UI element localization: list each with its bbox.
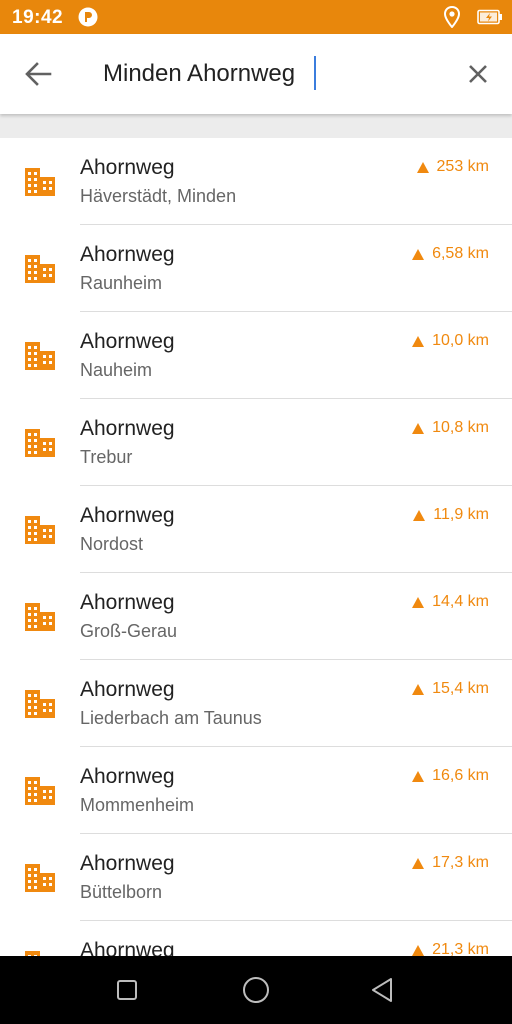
distance-value: 14,4 km (432, 593, 489, 610)
result-row[interactable]: Ahornweg Raunheim 6,58 km (0, 225, 512, 312)
building-icon (25, 516, 55, 544)
direction-arrow-icon (416, 161, 429, 173)
result-row[interactable]: Ahornweg 21,3 km (0, 921, 512, 956)
distance-value: 17,3 km (432, 854, 489, 871)
distance-value: 16,6 km (432, 767, 489, 784)
distance-value: 15,4 km (432, 680, 489, 697)
direction-arrow-icon (413, 509, 426, 521)
battery-charging-icon (477, 9, 502, 25)
result-distance: 6,58 km (412, 245, 489, 263)
home-icon[interactable] (242, 976, 270, 1004)
result-subtitle: Häverstädt, Minden (80, 186, 237, 206)
distance-value: 253 km (436, 158, 489, 175)
list-header-band (0, 114, 512, 139)
result-title: Ahornweg (80, 591, 175, 614)
status-time: 19:42 (12, 7, 64, 28)
result-subtitle: Raunheim (80, 273, 163, 293)
distance-value: 11,9 km (433, 506, 489, 523)
direction-arrow-icon (412, 422, 425, 434)
result-distance: 17,3 km (412, 854, 489, 872)
result-distance: 10,8 km (412, 419, 489, 437)
distance-value: 10,8 km (432, 419, 489, 436)
navigation-bar (0, 956, 512, 1024)
result-row[interactable]: Ahornweg Büttelborn 17,3 km (0, 834, 512, 921)
result-subtitle: Nauheim (80, 360, 153, 380)
result-title: Ahornweg (80, 330, 175, 353)
direction-arrow-icon (412, 944, 425, 956)
result-row[interactable]: Ahornweg Liederbach am Taunus 15,4 km (0, 660, 512, 747)
direction-arrow-icon (412, 683, 425, 695)
status-bar: 19:42 (0, 0, 512, 34)
direction-arrow-icon (412, 596, 425, 608)
result-row[interactable]: Ahornweg Trebur 10,8 km (0, 399, 512, 486)
text-cursor (314, 56, 316, 90)
result-distance: 14,4 km (412, 593, 489, 611)
building-icon (25, 777, 55, 805)
building-icon (25, 690, 55, 718)
result-subtitle: Liederbach am Taunus (80, 708, 262, 728)
distance-value: 10,0 km (432, 332, 489, 349)
result-subtitle: Groß-Gerau (80, 621, 178, 641)
building-icon (25, 429, 55, 457)
building-icon (25, 255, 55, 283)
result-title: Ahornweg (80, 678, 175, 701)
result-row[interactable]: Ahornweg Groß-Gerau 14,4 km (0, 573, 512, 660)
result-title: Ahornweg (80, 504, 175, 527)
building-icon (25, 603, 55, 631)
result-row[interactable]: Ahornweg Nordost 11,9 km (0, 486, 512, 573)
result-distance: 11,9 km (413, 506, 489, 524)
building-icon (25, 168, 55, 196)
direction-arrow-icon (412, 857, 425, 869)
result-row[interactable]: Ahornweg Mommenheim 16,6 km (0, 747, 512, 834)
app-notification-icon (78, 7, 98, 27)
building-icon (25, 342, 55, 370)
result-title: Ahornweg (80, 243, 175, 266)
result-subtitle: Büttelborn (80, 882, 163, 902)
result-title: Ahornweg (80, 156, 175, 179)
result-row[interactable]: Ahornweg Nauheim 10,0 km (0, 312, 512, 399)
back-triangle-icon[interactable] (369, 976, 395, 1004)
close-icon[interactable] (462, 58, 494, 90)
result-title: Ahornweg (80, 417, 175, 440)
result-row[interactable]: Ahornweg Häverstädt, Minden 253 km (0, 138, 512, 225)
result-title: Ahornweg (80, 852, 175, 875)
result-distance: 15,4 km (412, 680, 489, 698)
result-subtitle: Mommenheim (80, 795, 195, 815)
search-input[interactable] (100, 54, 423, 94)
result-subtitle: Nordost (80, 534, 144, 554)
result-distance: 10,0 km (412, 332, 489, 350)
location-pin-icon (443, 6, 461, 28)
distance-value: 21,3 km (432, 941, 489, 956)
distance-value: 6,58 km (432, 245, 489, 262)
arrow-left-icon[interactable] (18, 56, 58, 92)
result-subtitle: Trebur (80, 447, 133, 467)
recent-apps-icon[interactable] (116, 979, 138, 1001)
result-distance: 21,3 km (412, 941, 489, 956)
result-distance: 253 km (416, 158, 489, 176)
direction-arrow-icon (412, 770, 425, 782)
result-title: Ahornweg (80, 765, 175, 788)
search-bar (0, 34, 512, 114)
result-distance: 16,6 km (412, 767, 489, 785)
building-icon (25, 864, 55, 892)
direction-arrow-icon (412, 335, 425, 347)
direction-arrow-icon (412, 248, 425, 260)
result-title: Ahornweg (80, 939, 175, 956)
results-list[interactable]: Ahornweg Häverstädt, Minden 253 km Ahornweg… (0, 138, 512, 956)
